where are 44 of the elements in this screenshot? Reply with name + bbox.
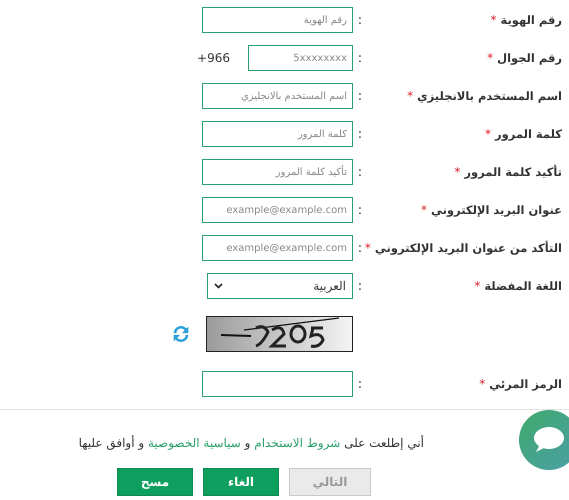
input-field[interactable]: example@example.com <box>202 235 353 261</box>
required-mark: * <box>474 279 480 293</box>
colon: : <box>356 12 364 28</box>
form-button[interactable]: الغاء <box>203 468 279 496</box>
required-mark: * <box>487 51 494 65</box>
field-label: عنوان البريد الإلكتروني <box>430 203 562 217</box>
colon: : <box>356 88 364 104</box>
chevron-down-icon <box>214 283 223 289</box>
input-field[interactable]: رقم الهوية <box>202 7 353 33</box>
required-mark: * <box>479 377 486 391</box>
input-field[interactable] <box>202 371 353 397</box>
chat-icon <box>532 425 566 455</box>
field-label: الرمز المرئي <box>489 377 562 391</box>
field-label: اسم المستخدم بالانجليزي <box>417 89 562 103</box>
phone-field[interactable]: 5xxxxxxxx <box>248 45 353 71</box>
required-mark: * <box>364 241 371 255</box>
field-label: رقم الجوال <box>497 51 562 65</box>
field-label: رقم الهوية <box>500 13 562 27</box>
colon: : <box>356 202 364 218</box>
field-label: تأكيد كلمة المرور <box>464 165 562 179</box>
colon: : <box>356 164 364 180</box>
chat-button[interactable] <box>519 410 569 470</box>
country-code: +966 <box>197 51 230 65</box>
required-mark: * <box>420 203 427 217</box>
language-select[interactable]: العربية <box>207 273 353 299</box>
form-button[interactable]: مسح <box>117 468 193 496</box>
field-label: التأكد من عنوان البريد الإلكتروني <box>374 241 562 255</box>
terms-link[interactable]: شروط الاستخدام <box>254 436 340 450</box>
terms-link[interactable]: سياسية الخصوصية <box>148 436 241 450</box>
input-field[interactable]: example@example.com <box>202 197 353 223</box>
input-field[interactable]: تأكيد كلمة المرور <box>202 159 353 185</box>
required-mark: * <box>490 13 496 27</box>
colon: : <box>356 376 364 392</box>
input-field[interactable]: كلمة المرور <box>202 121 353 147</box>
required-mark: * <box>454 165 460 179</box>
required-mark: * <box>407 89 414 103</box>
colon: : <box>356 126 364 142</box>
colon: : <box>356 240 364 256</box>
colon: : <box>356 50 364 66</box>
required-mark: * <box>485 127 492 141</box>
field-label: اللغة المفضلة <box>484 279 562 293</box>
colon: : <box>356 278 364 294</box>
field-label: كلمة المرور <box>495 127 562 141</box>
input-field[interactable]: اسم المستخدم بالانجليزي <box>202 83 353 109</box>
